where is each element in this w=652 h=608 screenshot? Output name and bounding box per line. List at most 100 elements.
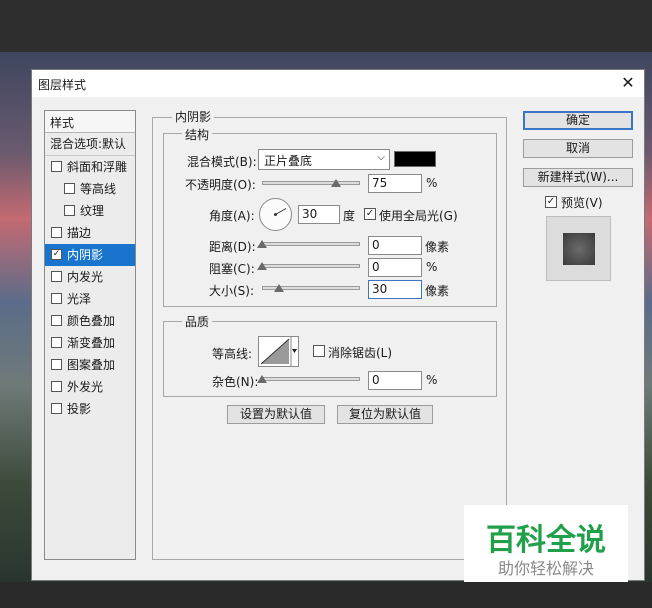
choke-input[interactable]: 0 — [368, 258, 422, 277]
checkbox-icon[interactable] — [51, 315, 62, 326]
style-list: 样式 混合选项:默认 斜面和浮雕等高线纹理描边 ✓ 内阴影内发光光泽颜色叠加渐变叠加… — [44, 110, 136, 560]
checkbox-icon[interactable] — [51, 227, 62, 238]
list-item[interactable]: 渐变叠加 — [45, 332, 135, 354]
anti-alias-checkbox[interactable] — [313, 345, 325, 357]
contour-label: 等高线: — [212, 347, 253, 361]
shadow-color-swatch[interactable] — [394, 151, 436, 167]
angle-dial[interactable] — [259, 198, 292, 231]
inner-shadow-title: 内阴影 — [172, 108, 215, 125]
global-light-label: 使用全局光(G) — [379, 209, 458, 223]
choke-label: 阻塞(C): — [209, 262, 255, 276]
checkbox-icon[interactable] — [64, 183, 75, 194]
checkbox-icon[interactable] — [51, 359, 62, 370]
distance-slider-track[interactable] — [262, 242, 360, 246]
distance-label: 距离(D): — [209, 240, 256, 254]
list-item-label: 描边 — [67, 226, 92, 240]
photoshop-top-bar — [0, 0, 652, 52]
size-unit: 像素 — [425, 284, 450, 298]
angle-needle-icon — [274, 208, 287, 216]
list-item-label: 投影 — [67, 402, 92, 416]
angle-input[interactable]: 30 — [298, 205, 340, 224]
contour-curve-icon — [260, 337, 297, 366]
blend-mode-label: 混合模式(B): — [187, 155, 257, 169]
chevron-down-icon: ⌵ — [377, 152, 385, 163]
checkbox-icon[interactable] — [51, 293, 62, 304]
blend-options-label: 混合选项:默认 — [50, 137, 127, 151]
distance-input[interactable]: 0 — [368, 236, 422, 255]
choke-slider-track[interactable] — [262, 264, 360, 268]
noise-input[interactable]: 0 — [368, 371, 422, 390]
list-item-label: 渐变叠加 — [67, 336, 116, 350]
list-item-label: 斜面和浮雕 — [67, 160, 128, 174]
blend-options-item[interactable]: 混合选项:默认 — [45, 133, 135, 155]
distance-unit: 像素 — [425, 240, 450, 254]
dialog-titlebar: 图层样式 ✕ — [32, 70, 644, 97]
cancel-button[interactable]: 取消 — [523, 139, 633, 158]
checkbox-icon[interactable] — [64, 205, 75, 216]
list-item[interactable]: ✓ 内阴影 — [45, 244, 135, 266]
checkbox-icon[interactable] — [51, 403, 62, 414]
list-item[interactable]: 外发光 — [45, 376, 135, 398]
angle-label: 角度(A): — [209, 209, 255, 223]
size-label: 大小(S): — [209, 284, 255, 298]
distance-slider-thumb[interactable] — [257, 240, 267, 248]
checkbox-icon[interactable] — [51, 271, 62, 282]
style-preview — [546, 216, 611, 281]
list-item-label: 颜色叠加 — [67, 314, 116, 328]
choke-unit: % — [426, 260, 438, 274]
close-icon[interactable]: ✕ — [618, 73, 638, 93]
list-item[interactable]: 光泽 — [45, 288, 135, 310]
list-item[interactable]: 纹理 — [45, 200, 135, 222]
noise-unit: % — [426, 373, 438, 387]
list-item-label: 图案叠加 — [67, 358, 116, 372]
noise-slider-track[interactable] — [262, 377, 360, 381]
reset-default-button[interactable]: 复位为默认值 — [337, 405, 433, 424]
style-list-header: 样式 — [45, 111, 135, 133]
size-slider-thumb[interactable] — [274, 284, 284, 292]
opacity-input[interactable]: 75 — [368, 174, 422, 193]
list-item-label: 内阴影 — [67, 248, 104, 262]
size-input[interactable]: 30 — [368, 280, 422, 299]
opacity-unit: % — [426, 176, 438, 190]
checkbox-icon[interactable] — [51, 381, 62, 392]
opacity-slider-track[interactable] — [262, 181, 360, 185]
global-light-checkbox[interactable]: ✓ — [364, 208, 376, 220]
checkbox-icon[interactable]: ✓ — [51, 249, 62, 260]
list-item[interactable]: 投影 — [45, 398, 135, 420]
checkbox-icon[interactable] — [51, 337, 62, 348]
angle-unit: 度 — [343, 209, 356, 223]
preview-checkbox[interactable]: ✓ — [545, 196, 557, 208]
opacity-label: 不透明度(O): — [185, 178, 256, 192]
list-item-label: 等高线 — [80, 182, 117, 196]
list-item[interactable]: 斜面和浮雕 — [45, 156, 135, 178]
preview-thumbnail — [563, 233, 595, 265]
opacity-slider-thumb[interactable] — [330, 179, 341, 187]
noise-label: 杂色(N): — [212, 375, 259, 389]
list-item[interactable]: 图案叠加 — [45, 354, 135, 376]
structure-title: 结构 — [182, 126, 213, 143]
blend-mode-select[interactable]: 正片叠底 ⌵ — [258, 149, 390, 170]
watermark-logo: 百科全说 助你轻松解决 — [464, 505, 628, 582]
dialog-title: 图层样式 — [38, 78, 87, 92]
noise-slider-thumb[interactable] — [257, 375, 267, 383]
new-style-button[interactable]: 新建样式(W)... — [523, 168, 633, 187]
check-icon: ✓ — [365, 208, 375, 219]
photoshop-bottom-bar — [0, 582, 652, 608]
list-item-label: 内发光 — [67, 270, 104, 284]
list-item-label: 光泽 — [67, 292, 92, 306]
list-item[interactable]: 描边 — [45, 222, 135, 244]
list-item-label: 纹理 — [80, 204, 105, 218]
list-item[interactable]: 颜色叠加 — [45, 310, 135, 332]
make-default-button[interactable]: 设置为默认值 — [227, 405, 325, 424]
blend-mode-value: 正片叠底 — [264, 154, 313, 168]
watermark-title: 百科全说 — [486, 523, 606, 558]
list-item-label: 外发光 — [67, 380, 104, 394]
checkbox-icon[interactable] — [51, 161, 62, 172]
list-item[interactable]: 等高线 — [45, 178, 135, 200]
contour-picker[interactable] — [258, 336, 299, 367]
list-item[interactable]: 内发光 — [45, 266, 135, 288]
choke-slider-thumb[interactable] — [257, 262, 267, 270]
quality-title: 品质 — [182, 313, 213, 330]
ok-button[interactable]: 确定 — [523, 111, 633, 130]
preview-label: 预览(V) — [561, 196, 603, 210]
